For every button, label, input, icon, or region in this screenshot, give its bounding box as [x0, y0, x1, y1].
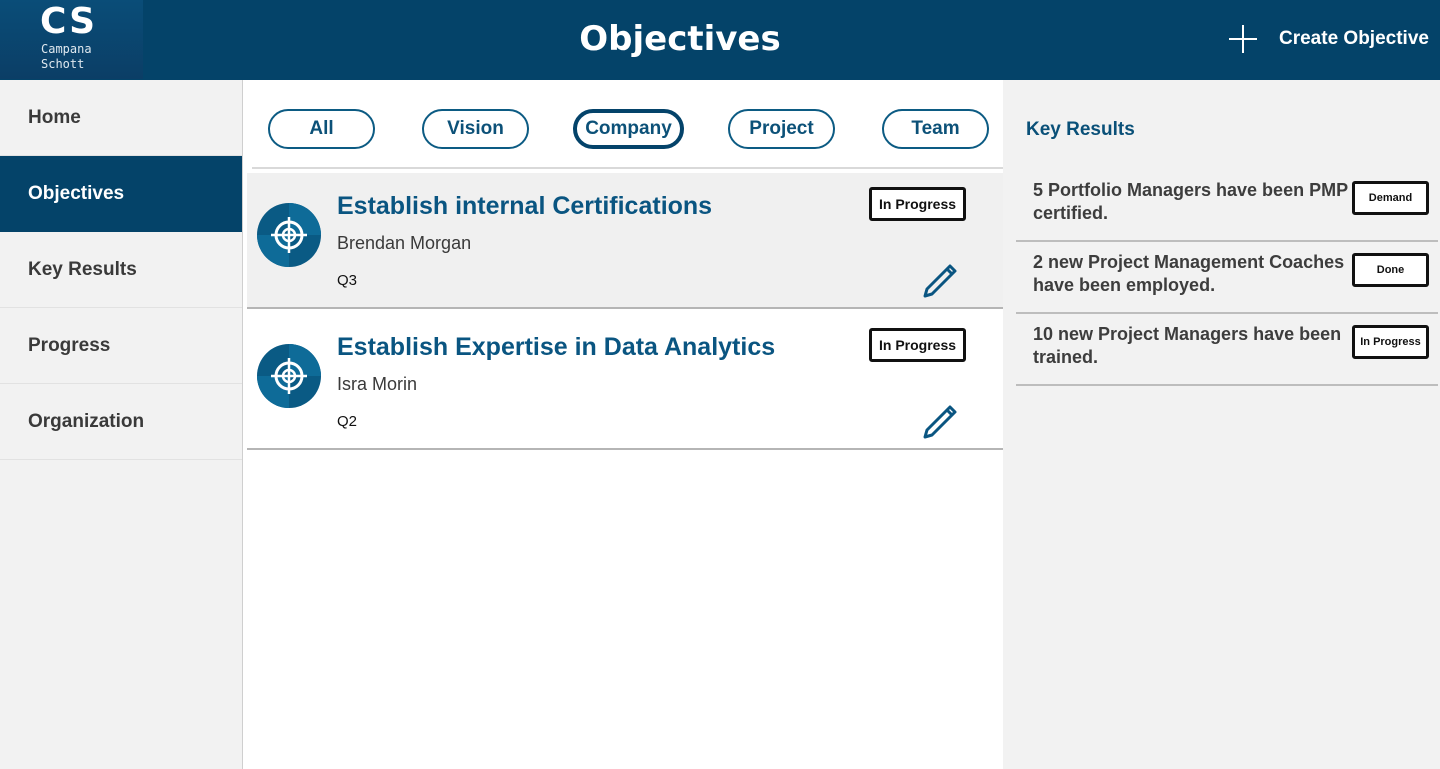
- sidebar-nav: Home Objectives Key Results Progress Org…: [0, 80, 243, 769]
- objective-title: Establish internal Certifications: [337, 192, 713, 220]
- target-icon: [257, 344, 321, 408]
- logo-line-1: Campana: [41, 42, 92, 56]
- company-logo[interactable]: CS Campana Schott: [0, 0, 143, 79]
- logo-mark: CS: [40, 1, 98, 42]
- key-result-text: 5 Portfolio Managers have been PMP certi…: [1033, 180, 1348, 223]
- objective-owner: Isra Morin: [337, 374, 418, 394]
- status-badge: In Progress: [869, 328, 966, 362]
- filter-tabs: All Vision Company Project Team: [268, 109, 990, 149]
- objectives-panel: All Vision Company Project Team Establis…: [243, 80, 1012, 769]
- app-header: CS Campana Schott Objectives Create Obje…: [0, 0, 1440, 80]
- sidebar-item-home[interactable]: Home: [0, 80, 242, 156]
- objective-card[interactable]: Establish Expertise in Data Analytics Is…: [247, 314, 1005, 450]
- objective-card[interactable]: Establish internal Certifications Brenda…: [247, 173, 1005, 309]
- sidebar-item-key-results[interactable]: Key Results: [0, 232, 242, 308]
- objective-quarter: Q2: [337, 413, 358, 430]
- key-result-item[interactable]: 2 new Project Management Coaches have be…: [1016, 243, 1438, 314]
- filter-project[interactable]: Project: [728, 109, 835, 149]
- create-objective-label: Create Objective: [1279, 28, 1429, 49]
- key-results-heading: Key Results: [1026, 119, 1135, 140]
- sidebar-item-organization[interactable]: Organization: [0, 384, 242, 460]
- logo-line-2: Schott: [41, 57, 85, 71]
- divider: [252, 167, 1012, 169]
- filter-all[interactable]: All: [268, 109, 375, 149]
- objective-quarter: Q3: [337, 272, 358, 289]
- status-badge: In Progress: [1352, 325, 1429, 359]
- filter-company[interactable]: Company: [573, 109, 684, 149]
- status-badge: Done: [1352, 253, 1429, 287]
- status-badge: In Progress: [869, 187, 966, 221]
- page-title: Objectives: [579, 19, 781, 59]
- sidebar-item-progress[interactable]: Progress: [0, 308, 242, 384]
- objective-title: Establish Expertise in Data Analytics: [337, 333, 776, 361]
- logo-wordmark: Campana Schott: [41, 42, 131, 72]
- key-result-text: 10 new Project Managers have been traine…: [1033, 324, 1342, 367]
- key-result-item[interactable]: 10 new Project Managers have been traine…: [1016, 315, 1438, 386]
- key-results-panel: Key Results 5 Portfolio Managers have be…: [1003, 80, 1440, 769]
- sidebar-item-objectives[interactable]: Objectives: [0, 156, 242, 232]
- key-result-text: 2 new Project Management Coaches have be…: [1033, 252, 1345, 295]
- objective-owner: Brendan Morgan: [337, 233, 472, 253]
- filter-team[interactable]: Team: [882, 109, 989, 149]
- plus-icon: [1226, 22, 1260, 56]
- pencil-icon[interactable]: [919, 255, 963, 299]
- pencil-icon[interactable]: [919, 396, 963, 440]
- key-result-item[interactable]: 5 Portfolio Managers have been PMP certi…: [1016, 171, 1438, 242]
- create-objective-button[interactable]: Create Objective: [1226, 22, 1429, 56]
- status-badge: Demand: [1352, 181, 1429, 215]
- filter-vision[interactable]: Vision: [422, 109, 529, 149]
- target-icon: [257, 203, 321, 267]
